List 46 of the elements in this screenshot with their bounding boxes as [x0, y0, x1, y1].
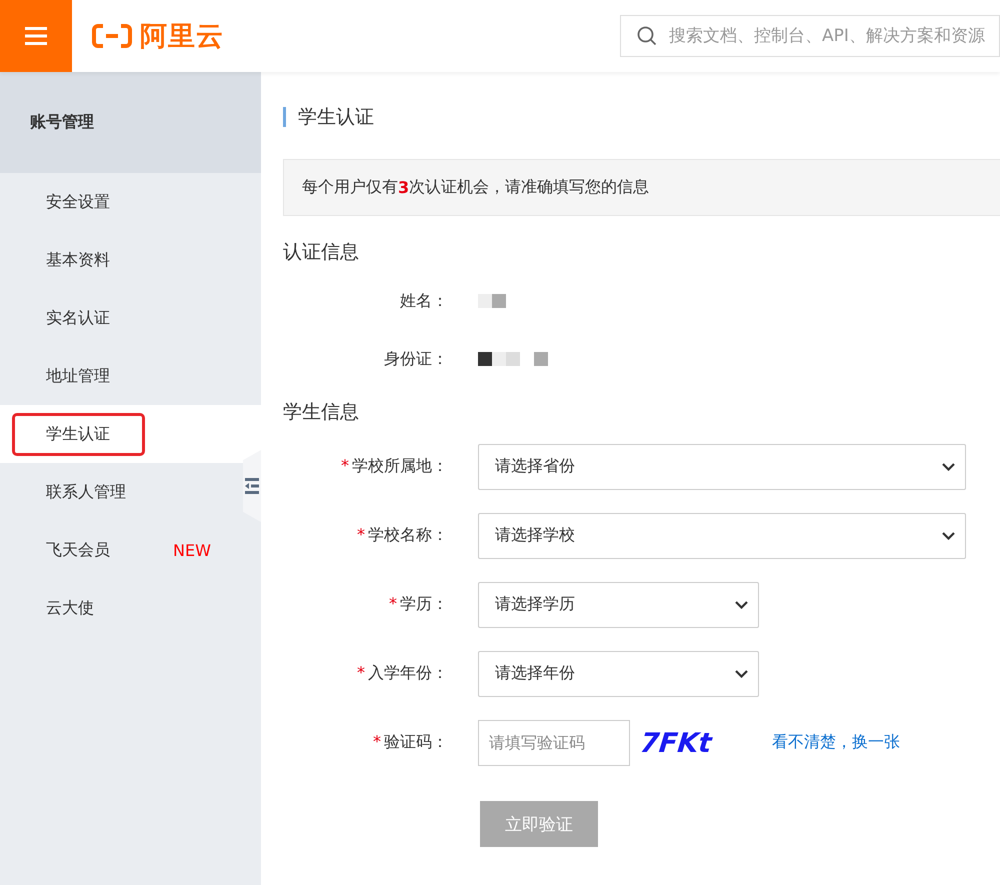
required-mark: *: [373, 732, 381, 751]
field-label: 身份证：: [384, 348, 448, 368]
field-label: 学校名称：: [368, 525, 448, 544]
chevron-down-icon: [942, 532, 955, 540]
menu-icon: [25, 26, 47, 46]
captcha-input[interactable]: 请填写验证码: [478, 720, 630, 766]
sidebar-item[interactable]: 安全设置: [12, 180, 145, 224]
chevron-down-icon: [735, 600, 748, 608]
sidebar-item[interactable]: 联系人管理: [12, 470, 161, 514]
menu-button[interactable]: [0, 0, 72, 72]
field-label: 姓名：: [400, 290, 448, 310]
sidebar-item[interactable]: 飞天会员: [12, 528, 145, 572]
required-mark: *: [341, 456, 349, 475]
select-field[interactable]: 请选择学历: [478, 582, 759, 628]
page-title: 学生认证: [298, 105, 374, 130]
logo-icon: [92, 23, 132, 49]
search-icon: [637, 26, 657, 46]
field-label: 学历：: [400, 594, 448, 613]
redacted-value: [478, 294, 506, 308]
sidebar-item[interactable]: 地址管理: [12, 354, 145, 398]
collapse-icon: [245, 477, 259, 495]
captcha-image[interactable]: 7FKt: [634, 722, 718, 762]
sidebar-item[interactable]: 云大使: [12, 586, 129, 630]
section-heading: 认证信息: [283, 240, 360, 265]
field-label: 入学年份：: [368, 663, 448, 682]
search-field[interactable]: 搜索文档、控制台、API、解决方案和资源: [620, 15, 1000, 57]
required-mark: *: [357, 663, 365, 682]
select-field[interactable]: 请选择省份: [478, 444, 966, 490]
sidebar-item[interactable]: 学生认证: [12, 412, 145, 456]
select-field[interactable]: 请选择年份: [478, 650, 759, 696]
section-heading: 学生信息: [283, 400, 360, 425]
sidebar-item[interactable]: 实名认证: [12, 296, 145, 340]
required-mark: *: [389, 594, 397, 613]
field-label: 学校所属地：: [352, 456, 448, 475]
select-field[interactable]: 请选择学校: [478, 512, 966, 558]
redacted-value: [478, 352, 548, 366]
required-mark: *: [357, 525, 365, 544]
sidebar-item[interactable]: 基本资料: [12, 238, 145, 282]
field-label: 验证码：: [384, 732, 448, 751]
refresh-captcha-link[interactable]: 看不清楚，换一张: [772, 732, 900, 753]
sidebar-title: 账号管理: [0, 72, 261, 173]
chevron-down-icon: [942, 462, 955, 470]
logo-text: 阿里云: [140, 20, 224, 54]
notice-text: 每个用户仅有3次认证机会，请准确填写您的信息: [283, 159, 1000, 216]
new-label: NEW: [173, 540, 211, 560]
chevron-down-icon: [735, 670, 748, 678]
